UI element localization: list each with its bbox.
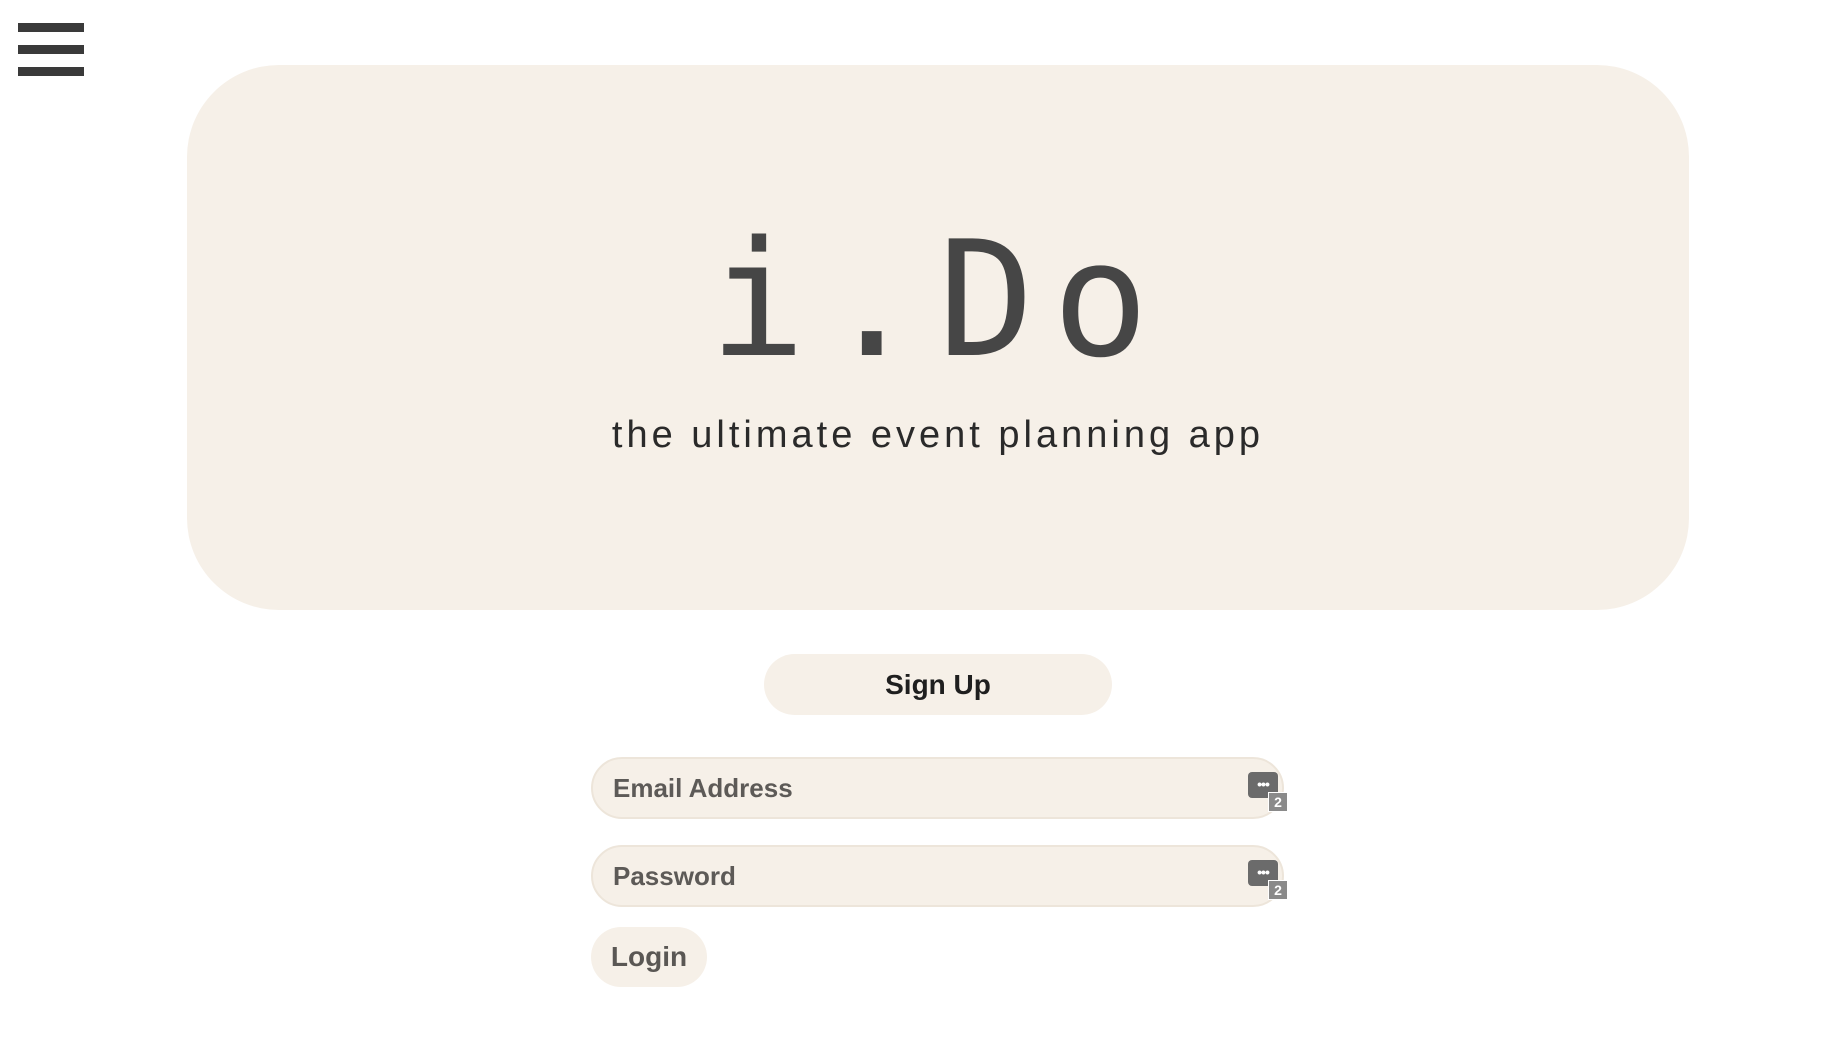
hero-card: i.Do the ultimate event planning app [187, 65, 1689, 610]
menu-bar [18, 23, 84, 32]
email-input[interactable] [613, 759, 1213, 817]
app-tagline: the ultimate event planning app [611, 414, 1265, 456]
password-input[interactable] [613, 847, 1213, 905]
login-button[interactable]: Login [591, 927, 707, 987]
hamburger-menu-button[interactable] [18, 23, 84, 76]
password-field-container: ••• 2 [591, 845, 1288, 907]
password-manager-count-badge: 2 [1268, 880, 1288, 900]
password-manager-count-badge: 2 [1268, 792, 1288, 812]
password-manager-icon[interactable]: ••• 2 [1248, 860, 1290, 904]
app-logo: i.Do [709, 206, 1167, 393]
email-field-container: ••• 2 [591, 757, 1288, 819]
sign-up-button[interactable]: Sign Up [764, 654, 1112, 715]
menu-bar [18, 67, 84, 76]
menu-bar [18, 45, 84, 54]
password-manager-icon[interactable]: ••• 2 [1248, 772, 1290, 816]
